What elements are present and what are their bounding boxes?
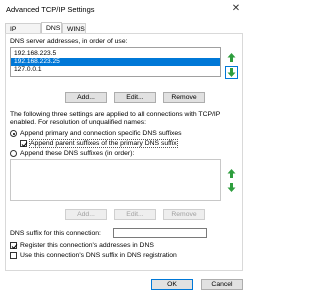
window-title: Advanced TCP/IP Settings	[6, 5, 95, 14]
use-suffix-registration-checkbox[interactable]	[10, 252, 17, 259]
suffix-add-button[interactable]: Add...	[65, 209, 107, 220]
close-icon[interactable]: ✕	[226, 1, 246, 16]
connection-suffix-label: DNS suffix for this connection:	[10, 230, 101, 237]
suffix-move-up-button[interactable]	[225, 167, 238, 180]
connection-suffix-input[interactable]	[113, 228, 207, 238]
register-addresses-checkbox[interactable]	[10, 242, 18, 250]
dns-add-button[interactable]: Add...	[65, 92, 107, 103]
dns-servers-label: DNS server addresses, in order of use:	[10, 38, 128, 45]
cancel-button[interactable]: Cancel	[201, 279, 243, 290]
move-down-button[interactable]	[225, 66, 238, 79]
resolution-info-line1: The following three settings are applied…	[10, 111, 221, 118]
checkmark-icon	[11, 244, 18, 250]
append-primary-radio[interactable]	[10, 130, 17, 137]
title-bar: Advanced TCP/IP Settings ✕	[0, 0, 249, 18]
suffix-move-down-button[interactable]	[225, 181, 238, 194]
dns-suffix-list[interactable]	[10, 159, 221, 201]
suffix-edit-button[interactable]: Edit...	[114, 209, 156, 220]
dns-tab-panel: DNS server addresses, in order of use: 1…	[5, 33, 243, 271]
append-parent-label: Append parent suffixes of the primary DN…	[29, 139, 178, 148]
dns-server-item[interactable]: 192.168.223.5	[11, 50, 220, 58]
append-these-label: Append these DNS suffixes (in order):	[20, 150, 135, 157]
move-up-button[interactable]	[225, 51, 238, 64]
dns-remove-button[interactable]: Remove	[163, 92, 205, 103]
checkmark-icon	[21, 142, 28, 148]
dns-servers-list[interactable]: 192.168.223.5 192.168.223.25 127.0.0.1	[10, 47, 221, 77]
dns-server-item[interactable]: 127.0.0.1	[11, 66, 220, 74]
dns-server-item-selected[interactable]: 192.168.223.25	[11, 58, 220, 66]
resolution-info-line2: enabled. For resolution of unqualified n…	[10, 119, 147, 126]
dns-edit-button[interactable]: Edit...	[114, 92, 156, 103]
append-these-radio[interactable]	[10, 150, 17, 157]
arrow-up-icon	[227, 53, 236, 62]
register-addresses-label: Register this connection's addresses in …	[20, 242, 154, 249]
suffix-remove-button[interactable]: Remove	[163, 209, 205, 220]
append-primary-label: Append primary and connection specific D…	[20, 130, 182, 137]
arrow-up-icon	[227, 169, 236, 178]
append-parent-checkbox[interactable]	[20, 140, 28, 148]
use-suffix-registration-label: Use this connection's DNS suffix in DNS …	[20, 252, 177, 259]
arrow-down-icon	[227, 183, 236, 192]
advanced-tcpip-dialog: Advanced TCP/IP Settings ✕ IP Settings D…	[0, 0, 249, 300]
ok-button[interactable]: OK	[151, 279, 193, 290]
arrow-down-icon	[227, 68, 236, 77]
